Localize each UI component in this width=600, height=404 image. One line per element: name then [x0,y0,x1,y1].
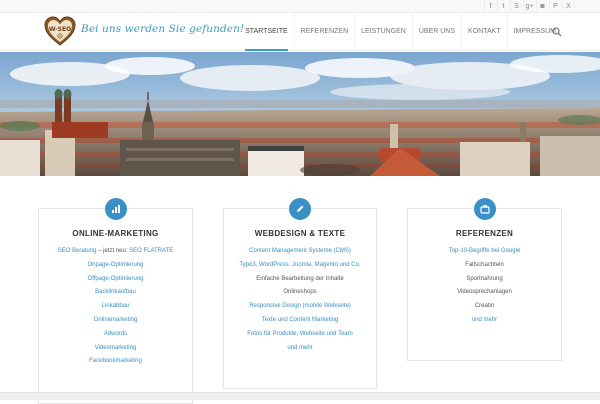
social-icons: f t Sg+ ◙ P X [483,0,574,13]
list-item: Backlinkaufbau [39,286,192,300]
card-webdesign: WEBDESIGN & TEXTE Content Management Sys… [223,198,377,389]
list-item: Videomarketing [39,342,192,356]
list-item-text: Faltschachteln [465,261,504,268]
list-item: Adwords [39,328,192,342]
list-item-text: Einfache Bearbeitung der Inhalte [256,275,344,282]
logo-text: W-SEO [49,26,71,33]
list-item: Texte und Content Marketing [224,314,376,328]
list-item-link[interactable]: Offpage-Optimierung [88,276,144,282]
card-title: REFERENZEN [455,229,514,238]
main-nav: STARTSEITE REFERENZEN LEISTUNGEN ÜBER UNS KO… [239,13,562,51]
slogan: Bei uns werden Sie gefunden! [81,23,245,35]
xing-icon[interactable]: X [562,0,574,13]
seo-flatrate-link[interactable]: SEO FLATRATE [129,248,173,254]
skype-icon[interactable]: S [510,0,522,13]
site-header: W-SEO Bei uns werden Sie gefunden! START… [0,13,600,51]
google-plus-icon[interactable]: g+ [523,0,535,13]
nav-item-startseite[interactable]: STARTSEITE [239,13,294,51]
list-item-text: – jetzt neu: [96,248,130,254]
nav-item--ber-uns[interactable]: ÜBER UNS [411,13,461,51]
list-item: Einfache Bearbeitung der Inhalte [224,273,376,287]
list-item-link[interactable]: Adwords [104,331,127,337]
pencil-icon [289,198,311,220]
facebook-icon[interactable]: f [484,0,496,13]
pinterest-icon[interactable]: P [549,0,561,13]
hero-banner-image [0,52,600,176]
list-item: und mehr [224,342,376,356]
list-item: und mehr [408,314,561,328]
list-item: Facebookmarketing [39,355,192,369]
list-item: Onlinemarketing [39,314,192,328]
nav-item-referenzen[interactable]: REFERENZEN [293,13,354,51]
card-list: Top-10-Begriffe bei Google Faltschachteln… [408,245,561,328]
instagram-icon[interactable]: ◙ [536,0,548,13]
card-list: SEO Beratung – jetzt neu: SEO FLATRATE O… [39,245,192,369]
nav-item-leistungen[interactable]: LEISTUNGEN [354,13,412,51]
list-item-text: Onlineshops [283,289,317,296]
list-item: Onpage-Optimierung [39,259,192,273]
list-item: Videosprechanlagen [408,286,561,300]
seo-beratung-link[interactable]: SEO Beratung [58,248,97,254]
list-item-link[interactable]: Fotos für Produkte, Webseite und Team [247,331,353,337]
top-bar: f t Sg+ ◙ P X [0,0,600,13]
list-item-text: Videosprechanlagen [457,289,512,296]
list-item: Creatin [408,300,561,314]
list-item: Typo3, WordPress, Joomla, Magento und Co… [224,259,376,273]
list-item: Offpage-Optimierung [39,273,192,287]
list-item-text: Creatin [474,303,495,310]
card-title: ONLINE-MARKETING [72,229,159,238]
card-referenzen: REFERENZEN Top-10-Begriffe bei Google Fal… [407,198,562,361]
list-item: Faltschachteln [408,259,561,273]
list-item: Sportnahrung [408,273,561,287]
list-item-link[interactable]: und mehr [472,317,497,323]
list-item-link[interactable]: Onpage-Optimierung [87,262,143,268]
list-item: Onlineshops [224,286,376,300]
city-panorama-illustration [0,52,600,176]
list-item: Top-10-Begriffe bei Google [408,245,561,259]
list-item-text: Sportnahrung [466,275,503,282]
list-item-link[interactable]: Linkabbau [102,303,130,309]
list-item: Responsive Design (mobile Webseite) [224,300,376,314]
bar-chart-icon [104,198,127,220]
search-icon[interactable] [551,26,563,38]
list-item-link[interactable]: und mehr [287,345,312,351]
nav-item-kontakt[interactable]: KONTAKT [461,13,507,51]
logo-heart-icon[interactable]: W-SEO [44,16,76,47]
list-item-link[interactable]: Videomarketing [95,345,137,351]
briefcase-icon [473,198,496,220]
twitter-icon[interactable]: t [497,0,509,13]
feature-section: ONLINE-MARKETING SEO Beratung – jetzt ne… [0,176,600,404]
list-item: Linkabbau [39,300,192,314]
list-item-link[interactable]: Content Management Systeme (CMS) [249,248,351,254]
card-list: Content Management Systeme (CMS) Typo3, W… [224,245,376,355]
list-item: SEO Beratung – jetzt neu: SEO FLATRATE [39,245,192,259]
list-item-link[interactable]: Backlinkaufbau [95,289,136,295]
list-item-link[interactable]: Top-10-Begriffe bei Google [449,248,521,254]
list-item-link[interactable]: Facebookmarketing [89,358,142,364]
list-item-link[interactable]: Typo3, WordPress, Joomla, Magento und Co… [239,262,360,268]
footer-strip [0,392,600,400]
list-item: Fotos für Produkte, Webseite und Team [224,328,376,342]
list-item-link[interactable]: Onlinemarketing [94,317,138,323]
list-item: Content Management Systeme (CMS) [224,245,376,259]
list-item-link[interactable]: Texte und Content Marketing [262,317,339,323]
card-online-marketing: ONLINE-MARKETING SEO Beratung – jetzt ne… [38,198,193,404]
card-title: WEBDESIGN & TEXTE [254,229,346,238]
list-item-link[interactable]: Responsive Design (mobile Webseite) [249,303,351,309]
